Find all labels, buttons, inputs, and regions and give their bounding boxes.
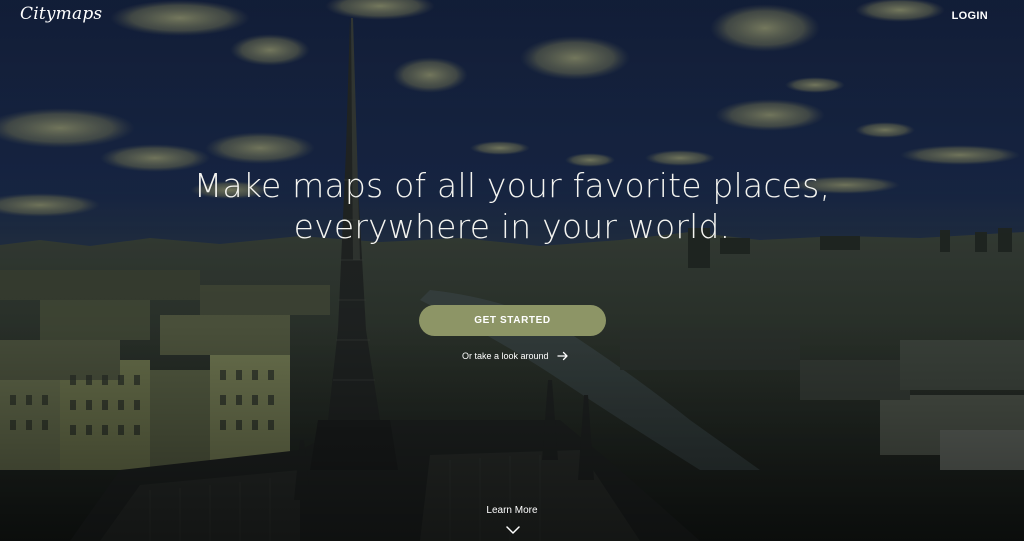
look-around-link[interactable]: Or take a look around [462, 351, 569, 361]
hero-headline-line1: Make maps of all your favorite places, [193, 166, 831, 205]
hero-background-image [0, 0, 1024, 541]
learn-more-link[interactable]: Learn More [0, 505, 1024, 516]
hero-section: Citymaps LOGIN Make maps of all your fav… [0, 0, 1024, 541]
chevron-down-icon[interactable] [505, 525, 521, 535]
look-around-label: Or take a look around [462, 351, 549, 361]
arrow-right-icon [556, 351, 568, 361]
brand-logo[interactable]: Citymaps [20, 4, 102, 24]
login-link[interactable]: LOGIN [952, 10, 988, 22]
get-started-button[interactable]: GET STARTED [419, 305, 606, 336]
hero-headline-line2: everywhere in your world. [293, 207, 731, 246]
hero-headline: Make maps of all your favorite places, e… [0, 165, 1024, 247]
